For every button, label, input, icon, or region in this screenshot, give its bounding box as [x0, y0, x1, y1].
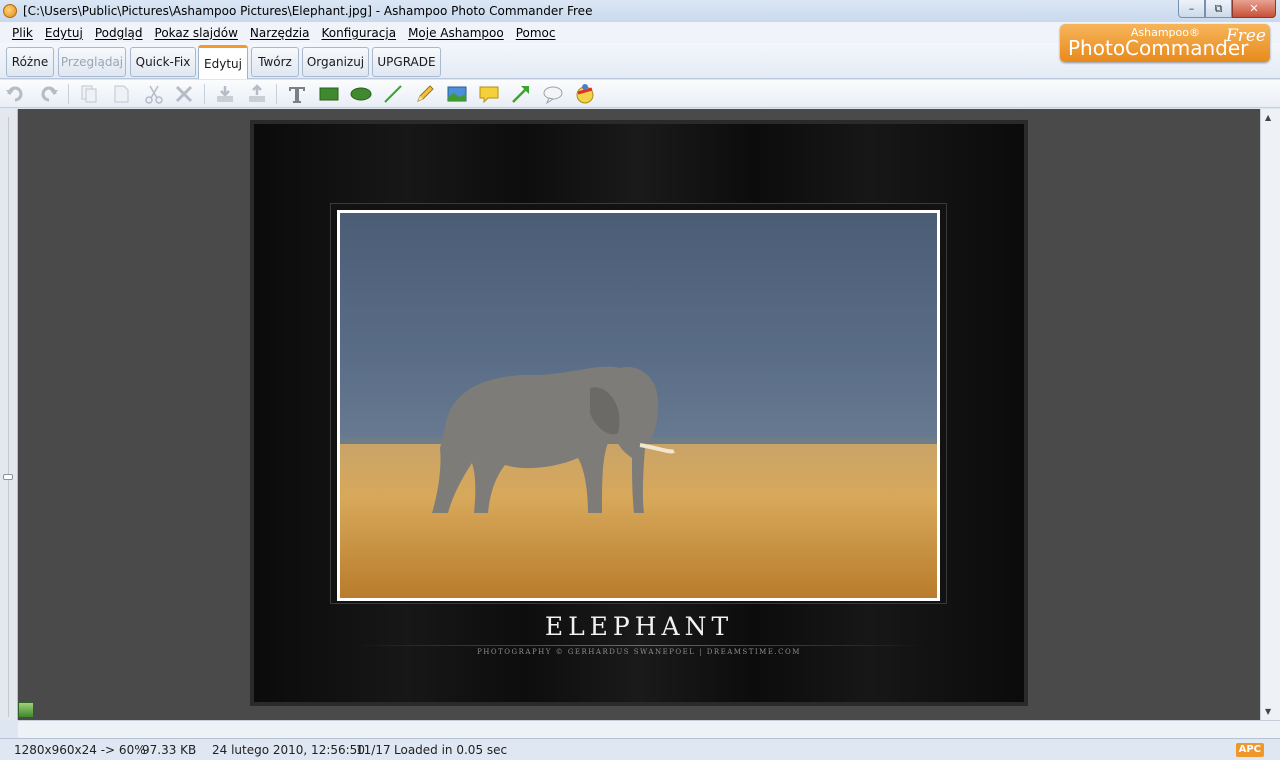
tab-przegladaj: Przeglądaj [58, 47, 126, 77]
app-icon[interactable] [3, 4, 17, 18]
poster-title: ELEPHANT [544, 612, 734, 641]
stamp-icon[interactable] [574, 83, 596, 105]
poster-background: ELEPHANT PHOTOGRAPHY © GERHARDUS SWANEPO… [254, 124, 1024, 702]
export-icon[interactable] [246, 83, 268, 105]
rectangle-tool-icon[interactable] [318, 83, 340, 105]
arrow-tool-icon[interactable] [510, 83, 532, 105]
scroll-down-arrow[interactable]: ▼ [1265, 707, 1271, 716]
menu-moje-ashampoo[interactable]: Moje Ashampoo [402, 26, 510, 40]
cut-icon[interactable] [143, 83, 165, 105]
menu-pomoc[interactable]: Pomoc [510, 26, 562, 40]
image-preview[interactable]: ELEPHANT PHOTOGRAPHY © GERHARDUS SWANEPO… [250, 120, 1028, 706]
logo-product: PhotoCommander [1068, 36, 1249, 60]
undo-icon[interactable] [5, 83, 27, 105]
minimize-button[interactable]: – [1178, 0, 1205, 18]
poster-credit: PHOTOGRAPHY © GERHARDUS SWANEPOEL | DREA… [477, 648, 801, 656]
menu-konfiguracja[interactable]: Konfiguracja [315, 26, 402, 40]
redo-icon[interactable] [37, 83, 59, 105]
status-bar: 1280x960x24 -> 60% 97.33 KB 24 lutego 20… [0, 738, 1280, 760]
status-position: 11/17 [356, 743, 391, 757]
toolbar-separator [68, 84, 69, 104]
menu-narzedzia[interactable]: Narzędzia [244, 26, 316, 40]
edit-toolbar [0, 80, 1280, 108]
close-button[interactable]: ✕ [1232, 0, 1276, 18]
menu-podglad[interactable]: Podgląd [89, 26, 149, 40]
ellipse-tool-icon[interactable] [350, 83, 372, 105]
note-tool-icon[interactable] [478, 83, 500, 105]
status-loaded: Loaded in 0.05 sec [394, 743, 508, 757]
status-filesize: 97.33 KB [142, 743, 197, 757]
side-panel-line [8, 117, 9, 717]
pencil-tool-icon[interactable] [414, 83, 436, 105]
tab-organizuj[interactable]: Organizuj [302, 47, 369, 77]
tab-tworz[interactable]: Twórz [251, 47, 299, 77]
panel-resize-handle[interactable] [3, 474, 13, 480]
thumbnail-toggle-icon[interactable] [18, 702, 34, 718]
line-tool-icon[interactable] [382, 83, 404, 105]
window-title: [C:\Users\Public\Pictures\Ashampoo Pictu… [23, 4, 593, 18]
delete-icon[interactable] [173, 83, 195, 105]
copy-icon[interactable] [78, 83, 100, 105]
status-dimensions: 1280x960x24 -> 60% [14, 743, 146, 757]
elephant-photo [337, 210, 940, 601]
tab-rozne[interactable]: Różne [6, 47, 54, 77]
toolbar-separator [204, 84, 205, 104]
product-logo: Ashampoo® PhotoCommander Free [1060, 24, 1270, 62]
side-panel-strip [0, 109, 18, 720]
logo-edition: Free [1225, 26, 1266, 46]
title-bar: [C:\Users\Public\Pictures\Ashampoo Pictu… [0, 0, 1280, 22]
window-controls: – ⧉ ✕ [1178, 0, 1276, 18]
tab-upgrade[interactable]: UPGRADE [372, 47, 441, 77]
paste-icon[interactable] [110, 83, 132, 105]
text-tool-icon[interactable] [286, 83, 308, 105]
toolbar-separator [276, 84, 277, 104]
apc-badge[interactable]: APC [1235, 743, 1264, 757]
speech-bubble-icon[interactable] [542, 83, 564, 105]
photo-mat [330, 203, 947, 604]
horizontal-scrollbar[interactable] [18, 720, 1280, 738]
menu-edytuj[interactable]: Edytuj [39, 26, 89, 40]
tab-quick-fix[interactable]: Quick-Fix [130, 47, 196, 77]
poster-divider [354, 645, 924, 646]
scroll-up-arrow[interactable]: ▲ [1265, 113, 1271, 122]
menu-plik[interactable]: Plik [6, 26, 39, 40]
import-icon[interactable] [214, 83, 236, 105]
vertical-scrollbar[interactable]: ▲ ▼ [1260, 109, 1280, 720]
tab-edytuj[interactable]: Edytuj [198, 45, 248, 79]
image-insert-icon[interactable] [446, 83, 468, 105]
status-date: 24 lutego 2010, 12:56:50 [212, 743, 365, 757]
maximize-button[interactable]: ⧉ [1205, 0, 1232, 18]
menu-pokaz-slajdow[interactable]: Pokaz slajdów [149, 26, 244, 40]
